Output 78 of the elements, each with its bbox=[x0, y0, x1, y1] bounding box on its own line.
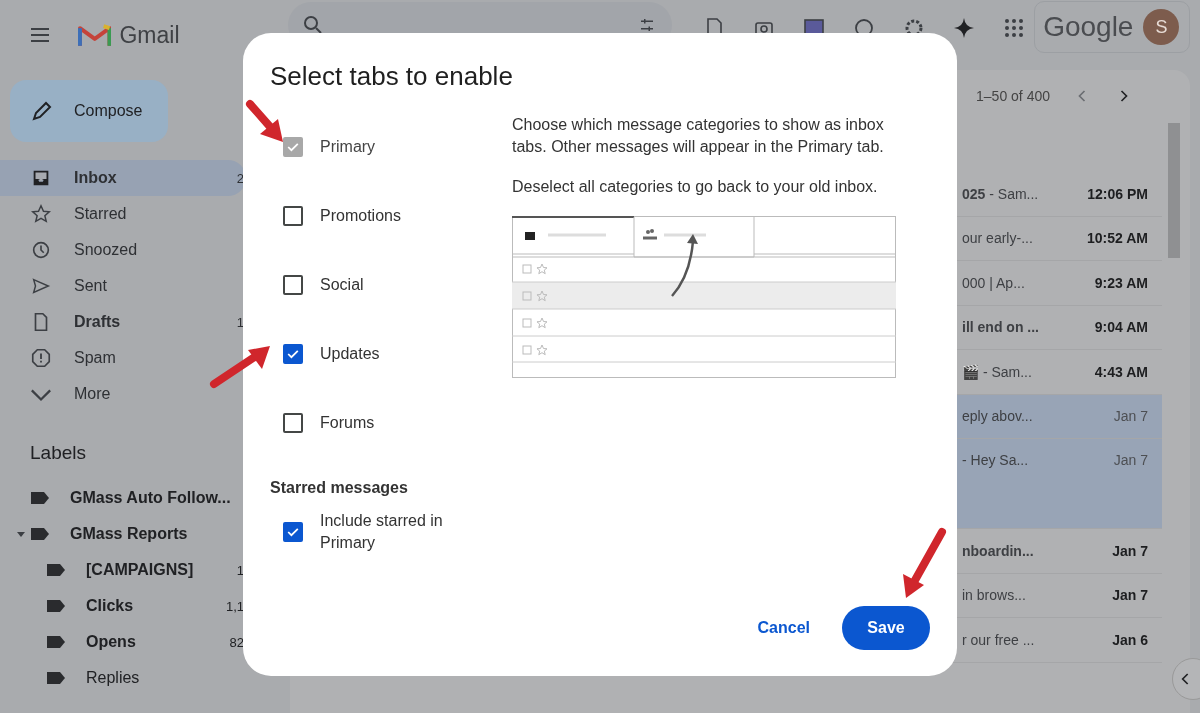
email-time: Jan 6 bbox=[1111, 631, 1149, 648]
nav-item[interactable]: Drafts 1 bbox=[0, 304, 246, 340]
gmail-logo-icon bbox=[78, 22, 112, 48]
label-count: 1 bbox=[236, 562, 245, 578]
caret-icon[interactable] bbox=[16, 529, 26, 539]
checkbox[interactable] bbox=[283, 412, 303, 433]
email-time: Jan 7 bbox=[1112, 452, 1149, 468]
label-item[interactable]: Replies bbox=[0, 660, 246, 696]
email-time: 9:23 AM bbox=[1093, 274, 1149, 291]
email-snippet: 000 | Ap... bbox=[962, 274, 1026, 291]
email-time: Jan 7 bbox=[1112, 408, 1149, 425]
cancel-button[interactable]: Cancel bbox=[749, 611, 818, 645]
unread-count: 2 bbox=[236, 170, 245, 186]
checkbox[interactable] bbox=[283, 274, 303, 295]
label-item[interactable]: Clicks 1,1 bbox=[0, 588, 246, 624]
clock-icon bbox=[30, 239, 52, 261]
app-title: Gmail bbox=[119, 21, 180, 49]
save-button[interactable]: Save bbox=[842, 606, 930, 650]
email-snippet: r our free ... bbox=[962, 631, 1036, 648]
star-icon bbox=[30, 203, 52, 225]
description-text: Deselect all categories to go back to your old inbox. bbox=[512, 177, 879, 197]
pointer-arrow bbox=[903, 528, 946, 598]
nav-item[interactable]: Starred bbox=[0, 196, 246, 232]
email-time: 4:43 AM bbox=[1093, 363, 1149, 380]
compose-button[interactable]: Compose bbox=[10, 80, 168, 142]
labels-heading: Labels bbox=[30, 442, 87, 464]
account-switcher[interactable]: Google S bbox=[1034, 1, 1190, 53]
checkbox[interactable] bbox=[283, 343, 303, 364]
alert-icon bbox=[30, 347, 52, 369]
pointer-arrow bbox=[246, 100, 283, 142]
label-item[interactable]: Opens 82 bbox=[0, 624, 246, 660]
section-heading: Starred messages bbox=[270, 479, 409, 497]
nav-item[interactable]: Inbox 2 bbox=[0, 160, 246, 196]
nav-item[interactable]: Spam bbox=[0, 340, 246, 376]
nav-item[interactable]: More bbox=[0, 376, 246, 412]
nav-item[interactable]: Snoozed bbox=[0, 232, 246, 268]
label-item[interactable]: GMass Auto Follow... bbox=[0, 480, 246, 516]
checkbox-label[interactable]: Include starred in Primary bbox=[320, 510, 460, 554]
label-tag-icon bbox=[30, 527, 50, 541]
email-time: Jan 7 bbox=[1111, 542, 1149, 559]
checkbox-label[interactable]: Updates bbox=[320, 344, 380, 363]
label-count: 1,1 bbox=[225, 598, 245, 614]
avatar[interactable]: S bbox=[1143, 9, 1180, 45]
scrollbar[interactable] bbox=[1168, 123, 1180, 258]
email-time: 9:04 AM bbox=[1093, 319, 1149, 336]
unread-count: 1 bbox=[236, 314, 245, 330]
search-icon bbox=[303, 16, 322, 34]
checkbox-label[interactable]: Promotions bbox=[320, 206, 401, 225]
nav-item[interactable]: Sent bbox=[0, 268, 246, 304]
label-item[interactable]: GMass Reports bbox=[0, 516, 246, 552]
email-snippet: ill end on ... bbox=[962, 319, 1040, 336]
label-tag-icon bbox=[46, 599, 66, 613]
label-count: 82 bbox=[229, 634, 245, 650]
email-time: 10:52 AM bbox=[1086, 230, 1149, 247]
email-snippet: nboardin... bbox=[962, 542, 1035, 559]
description-text: Choose which message categories to show as inbox tabs. Other messages will appear in the Primary tab. bbox=[512, 115, 885, 157]
pointer-arrow bbox=[210, 346, 270, 388]
checkbox-label[interactable]: Social bbox=[320, 275, 364, 294]
pagination-text: 1–50 of 400 bbox=[976, 88, 1050, 104]
email-time: 12:06 PM bbox=[1086, 185, 1149, 202]
label-tag-icon bbox=[46, 671, 66, 685]
pencil-icon bbox=[30, 99, 54, 123]
dialog-title: Select tabs to enable bbox=[270, 61, 514, 92]
email-snippet: eply abov... bbox=[962, 408, 1034, 425]
checkbox-label[interactable]: Forums bbox=[320, 413, 375, 432]
email-snippet: 025 - Sam... bbox=[962, 185, 1040, 202]
email-snippet: 🎬 - Sam... bbox=[962, 363, 1033, 380]
checkbox[interactable] bbox=[283, 522, 303, 542]
label-tag-icon bbox=[46, 635, 66, 649]
label-tag-icon bbox=[46, 563, 66, 577]
email-time: Jan 7 bbox=[1111, 587, 1149, 604]
email-snippet: - Hey Sa... bbox=[962, 452, 1030, 468]
label-tag-icon bbox=[30, 491, 50, 505]
email-snippet: in brows... bbox=[962, 587, 1027, 604]
email-snippet: our early-... bbox=[962, 230, 1034, 247]
checkbox[interactable] bbox=[283, 205, 303, 226]
label-item[interactable]: [CAMPAIGNS] 1 bbox=[0, 552, 246, 588]
account-logo: Google bbox=[1043, 11, 1134, 43]
